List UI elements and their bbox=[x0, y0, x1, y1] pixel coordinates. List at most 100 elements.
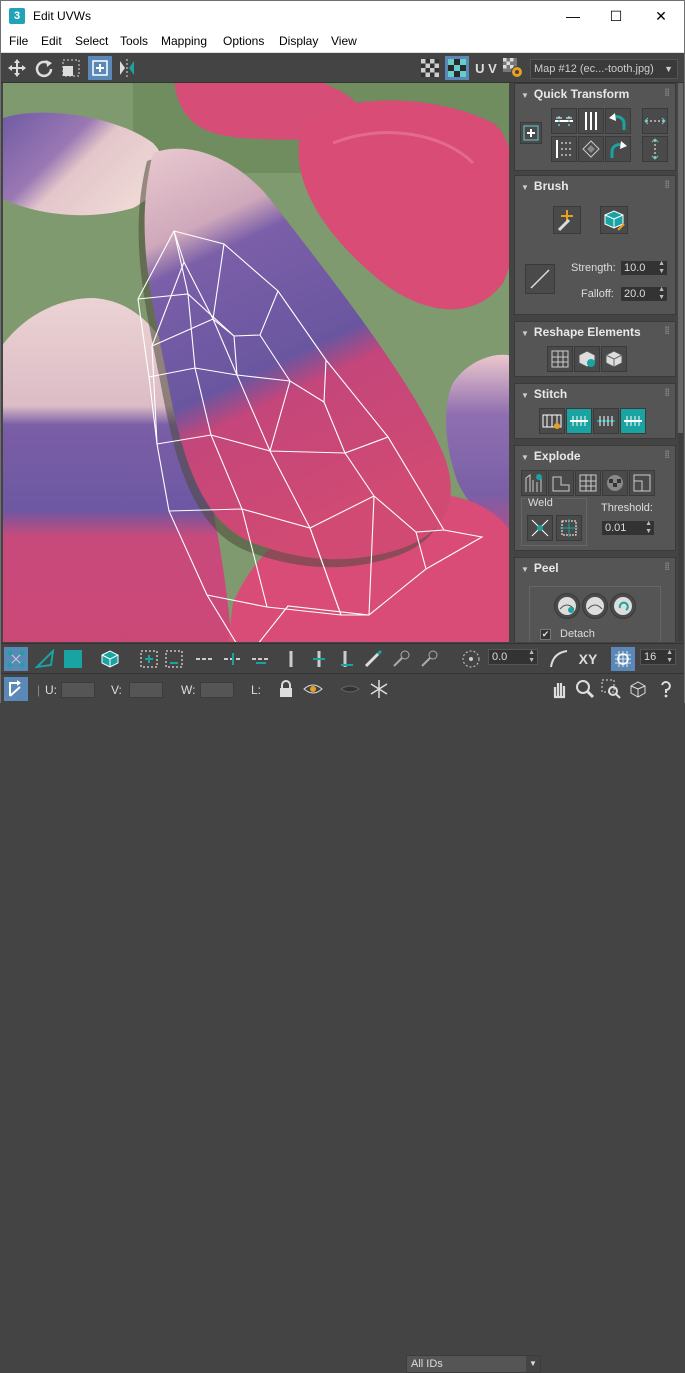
material-id-dropdown[interactable]: All IDs ▼ bbox=[406, 1355, 541, 1373]
explode-header[interactable]: ▼ Explode ⁞⁞ bbox=[515, 446, 675, 466]
ring-shrink-button[interactable] bbox=[335, 647, 359, 671]
hide-button[interactable] bbox=[301, 677, 325, 701]
brush-header[interactable]: ▼ Brush ⁞⁞ bbox=[515, 176, 675, 196]
brush-falloff-button[interactable] bbox=[525, 264, 555, 294]
stitch-to-target-button[interactable] bbox=[566, 408, 592, 434]
explode-frame-button[interactable] bbox=[629, 470, 655, 496]
rotation-spinner[interactable]: 0.0 ▲ ▼ bbox=[488, 649, 538, 665]
straighten-button[interactable] bbox=[578, 136, 604, 162]
zoom-button[interactable] bbox=[573, 677, 597, 701]
rotate-cw-button[interactable] bbox=[605, 136, 631, 162]
loop-shrink-button[interactable] bbox=[249, 647, 273, 671]
relax-button[interactable] bbox=[574, 346, 600, 372]
menu-select[interactable]: Select bbox=[75, 34, 108, 48]
menu-view[interactable]: View bbox=[331, 34, 357, 48]
scale-icon bbox=[62, 59, 80, 77]
map-settings-button[interactable] bbox=[501, 56, 525, 80]
map-dropdown[interactable]: Map #12 (ec...-tooth.jpg) ▼ bbox=[530, 59, 678, 79]
edge-mode-button[interactable] bbox=[33, 647, 57, 671]
zoom-region-button[interactable] bbox=[599, 677, 623, 701]
rotation-snap-button[interactable] bbox=[459, 647, 483, 671]
panel-scrollbar-thumb[interactable] bbox=[678, 83, 683, 433]
menu-mapping[interactable]: Mapping bbox=[161, 34, 207, 48]
uv-editor-viewport[interactable] bbox=[3, 83, 509, 642]
menu-options[interactable]: Options bbox=[223, 34, 264, 48]
menu-display[interactable]: Display bbox=[279, 34, 318, 48]
absolute-offset-button[interactable] bbox=[4, 677, 28, 701]
pan-button[interactable] bbox=[547, 677, 571, 701]
menu-edit[interactable]: Edit bbox=[41, 34, 62, 48]
freeform-tool-button[interactable] bbox=[88, 56, 112, 80]
rotate-ccw-button[interactable] bbox=[605, 108, 631, 134]
align-vertical-button[interactable] bbox=[578, 108, 604, 134]
scale-tool-button[interactable] bbox=[59, 56, 83, 80]
peel-reset-button[interactable] bbox=[610, 593, 636, 619]
explode-by-smoothing-button[interactable] bbox=[548, 470, 574, 496]
strength-spinner[interactable]: 10.0 ▲ ▼ bbox=[620, 260, 668, 276]
peel-header[interactable]: ▼ Peel ⁞⁞ bbox=[515, 558, 675, 578]
grip-icon: ⁞⁞ bbox=[664, 180, 670, 191]
paint-move-button[interactable] bbox=[553, 206, 581, 234]
v-coordinate-field[interactable] bbox=[129, 682, 163, 698]
quick-transform-header[interactable]: ▼ Quick Transform ⁞⁞ bbox=[515, 84, 675, 104]
maximize-button[interactable]: ☐ bbox=[593, 1, 639, 31]
space-horizontal-button[interactable] bbox=[642, 108, 668, 134]
stitch-to-source-button[interactable] bbox=[620, 408, 646, 434]
curve-tool-button[interactable] bbox=[547, 647, 571, 671]
reshape-elements-header[interactable]: ▼ Reshape Elements ⁞⁞ bbox=[515, 322, 675, 342]
peel-mode-button[interactable] bbox=[582, 593, 608, 619]
element-mode-button[interactable] bbox=[98, 647, 122, 671]
detach-checkbox[interactable]: ✔ bbox=[540, 629, 551, 640]
u-coordinate-field[interactable] bbox=[61, 682, 95, 698]
paint-select-button[interactable] bbox=[361, 647, 385, 671]
pivot-button[interactable] bbox=[520, 122, 542, 144]
align-left-button[interactable] bbox=[551, 136, 577, 162]
space-vertical-button[interactable] bbox=[642, 136, 668, 162]
falloff-spinner[interactable]: 20.0 ▲ ▼ bbox=[620, 286, 668, 302]
paint-grow-icon bbox=[393, 650, 410, 667]
help-button[interactable] bbox=[654, 677, 678, 701]
quick-peel-button[interactable] bbox=[554, 593, 580, 619]
mirror-tool-button[interactable] bbox=[115, 56, 139, 80]
uv-axis-button[interactable]: U V bbox=[473, 56, 499, 80]
stitch-average-button[interactable] bbox=[593, 408, 619, 434]
minimize-button[interactable]: — bbox=[550, 1, 596, 31]
flatten-button[interactable] bbox=[601, 346, 627, 372]
menu-file[interactable]: File bbox=[9, 34, 28, 48]
loop-select-button[interactable] bbox=[193, 647, 217, 671]
menu-tools[interactable]: Tools bbox=[120, 34, 148, 48]
ring-grow-button[interactable] bbox=[307, 647, 331, 671]
threshold-spinner[interactable]: 0.01 ▲ ▼ bbox=[601, 520, 655, 536]
straighten-selection-button[interactable] bbox=[547, 346, 573, 372]
lock-selection-button[interactable] bbox=[274, 677, 298, 701]
close-button[interactable]: ✕ bbox=[638, 1, 684, 31]
vertex-mode-button[interactable] bbox=[4, 647, 28, 671]
zoom-extents-button[interactable] bbox=[626, 677, 650, 701]
explode-checker-button[interactable] bbox=[602, 470, 628, 496]
rotate-tool-button[interactable] bbox=[32, 56, 56, 80]
checker-pattern-button[interactable] bbox=[418, 56, 442, 80]
shrink-selection-button[interactable] bbox=[162, 647, 186, 671]
xy-axis-button[interactable]: XY bbox=[573, 647, 603, 671]
grid-size-spinner[interactable]: 16 ▲ ▼ bbox=[640, 649, 676, 665]
paint-grow-button[interactable] bbox=[389, 647, 413, 671]
grid-snap-button[interactable] bbox=[611, 647, 635, 671]
stitch-custom-button[interactable] bbox=[539, 408, 565, 434]
move-tool-button[interactable] bbox=[5, 56, 29, 80]
stitch-header[interactable]: ▼ Stitch ⁞⁞ bbox=[515, 384, 675, 404]
ring-select-button[interactable] bbox=[279, 647, 303, 671]
weld-selected-button[interactable] bbox=[527, 515, 553, 541]
unhide-button[interactable] bbox=[338, 677, 362, 701]
weld-target-button[interactable] bbox=[556, 515, 582, 541]
grow-selection-button[interactable] bbox=[137, 647, 161, 671]
relax-brush-button[interactable] bbox=[600, 206, 628, 234]
freeze-button[interactable] bbox=[367, 677, 391, 701]
explode-by-material-button[interactable] bbox=[575, 470, 601, 496]
w-coordinate-field[interactable] bbox=[200, 682, 234, 698]
polygon-mode-button[interactable] bbox=[61, 647, 85, 671]
show-map-button[interactable] bbox=[445, 56, 469, 80]
align-horizontal-button[interactable] bbox=[551, 108, 577, 134]
loop-grow-button[interactable] bbox=[221, 647, 245, 671]
explode-to-islands-button[interactable] bbox=[521, 470, 547, 496]
paint-shrink-button[interactable] bbox=[417, 647, 441, 671]
